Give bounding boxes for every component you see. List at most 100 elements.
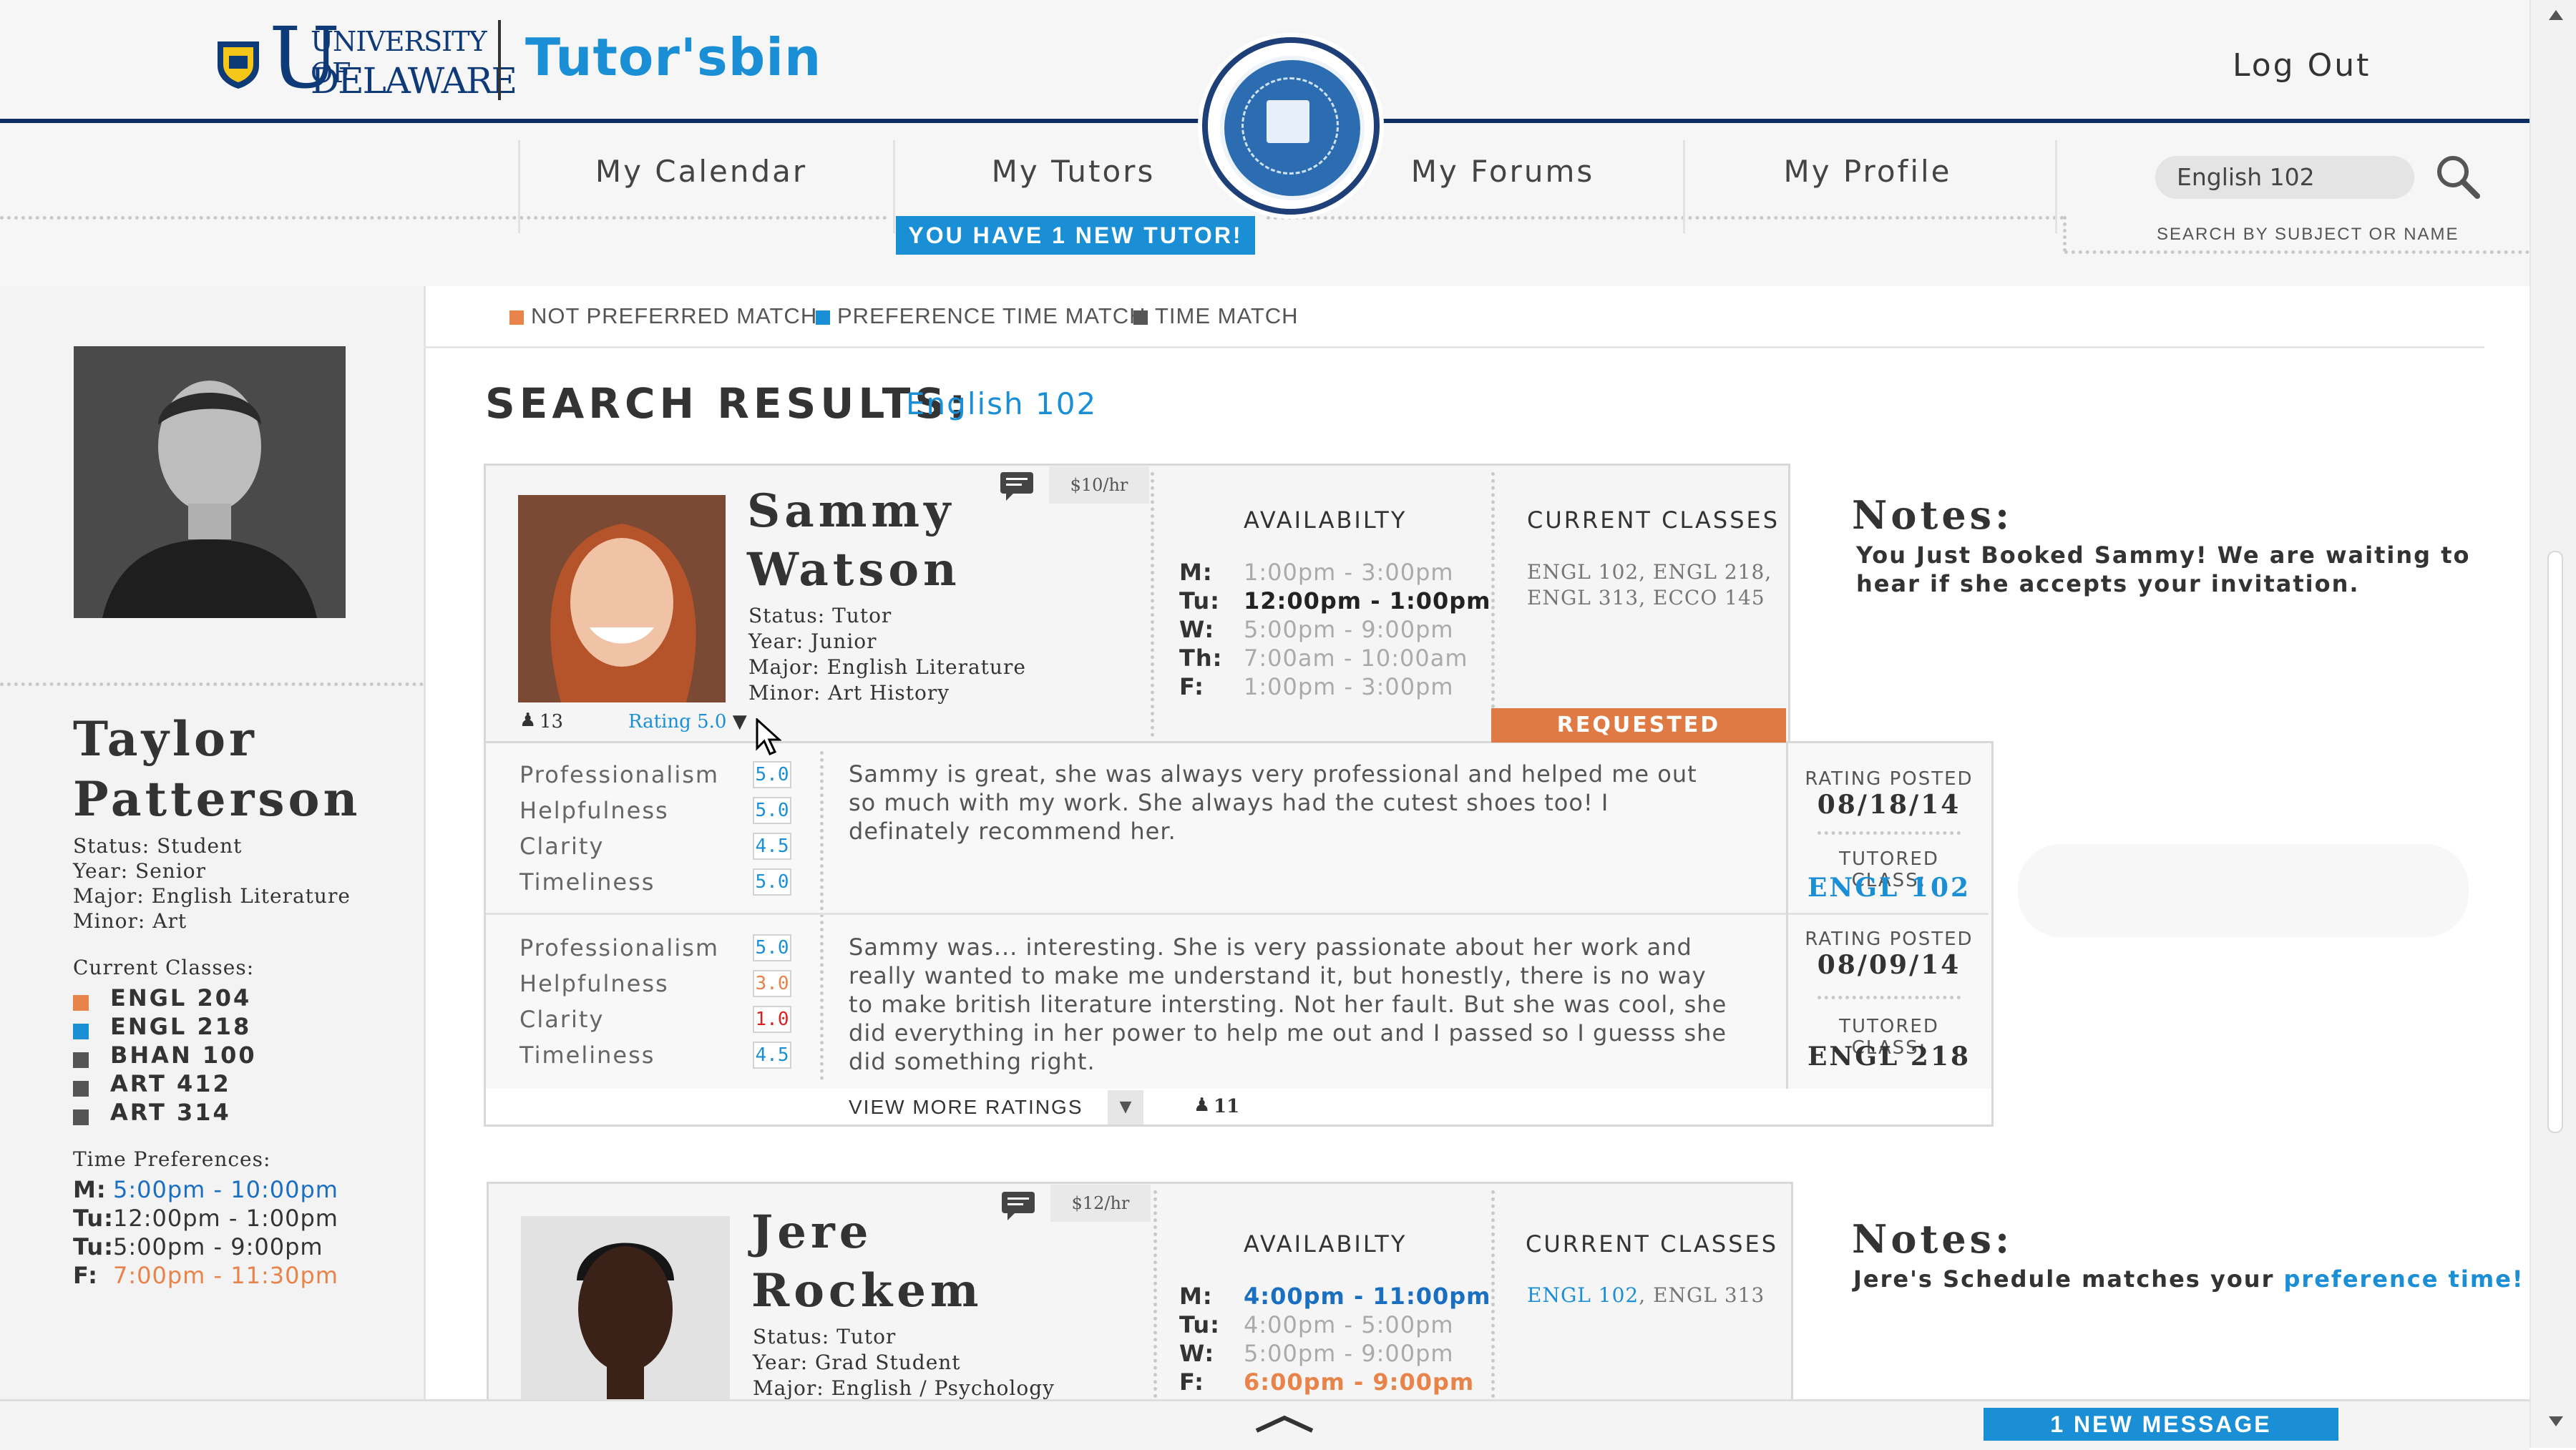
score-value: 5.0 bbox=[753, 868, 791, 896]
tutor-classes-line1: ENGL 102, ENGL 218, bbox=[1527, 560, 1772, 584]
scroll-up-arrow-icon[interactable] bbox=[2549, 10, 2563, 20]
score-row: Clarity bbox=[519, 833, 605, 860]
requested-badge: REQUESTED bbox=[1491, 708, 1786, 743]
preference-time-link[interactable]: preference time! bbox=[2284, 1265, 2524, 1293]
nav-my-tutors[interactable]: My Tutors bbox=[902, 154, 1245, 189]
search-icon[interactable] bbox=[2433, 152, 2483, 202]
nav-separator bbox=[893, 140, 895, 233]
class-color-marker bbox=[73, 994, 89, 1011]
new-tutor-banner[interactable]: YOU HAVE 1 NEW TUTOR! bbox=[896, 216, 1255, 255]
review-divider bbox=[486, 913, 1989, 915]
message-icon[interactable] bbox=[999, 471, 1035, 502]
score-row: Helpfulness bbox=[519, 970, 669, 997]
meta-dotted-divider bbox=[1818, 996, 1961, 999]
tutored-class[interactable]: ENGL 102 bbox=[1803, 873, 1975, 903]
availability-row: F: 1:00pm - 3:00pm bbox=[1179, 673, 1454, 700]
tutor-status: Status: Tutor bbox=[748, 604, 892, 627]
nav-separator bbox=[518, 140, 520, 233]
availability-row: F: 6:00pm - 9:00pm bbox=[1179, 1368, 1475, 1396]
tutor-photo[interactable] bbox=[518, 495, 726, 702]
tutor-last-name[interactable]: Watson bbox=[747, 541, 961, 599]
score-value: 4.5 bbox=[753, 1042, 791, 1069]
availability-header: AVAILABILTY bbox=[1244, 506, 1407, 534]
students-icon: ♟ bbox=[519, 710, 537, 731]
scroll-down-arrow-icon[interactable] bbox=[2549, 1416, 2563, 1426]
score-value: 5.0 bbox=[753, 797, 791, 824]
availability-row: Tu: 4:00pm - 5:00pm bbox=[1179, 1311, 1454, 1338]
app-logo[interactable]: Tutor'sbin bbox=[525, 27, 821, 87]
time-preferences-label: Time Preferences: bbox=[73, 1147, 271, 1171]
tutor-major: Major: English Literature bbox=[748, 655, 1026, 679]
notes-text: Jere's Schedule matches your preference … bbox=[1853, 1265, 2524, 1293]
more-students-count: 11 bbox=[1214, 1096, 1240, 1117]
availability-list: M: 1:00pm - 3:00pm Tu: 12:00pm - 1:00pm W:… bbox=[1179, 558, 1491, 701]
score-row: Professionalism bbox=[519, 761, 720, 788]
availability-row: Th: 7:00am - 10:00am bbox=[1179, 645, 1468, 672]
seal-book-icon bbox=[1267, 100, 1309, 143]
search-results-query: English 102 bbox=[906, 386, 1098, 421]
scrollbar-thumb[interactable] bbox=[2547, 551, 2563, 1133]
class-color-marker bbox=[73, 1109, 89, 1125]
logo-divider bbox=[498, 20, 501, 100]
class-item[interactable]: ART 412 bbox=[73, 1070, 257, 1099]
time-pref-row: Tu:12:00pm - 1:00pm bbox=[73, 1205, 338, 1232]
search-input[interactable] bbox=[2155, 156, 2414, 199]
rating-posted-label: RATING POSTED bbox=[1805, 929, 1974, 950]
tutored-class[interactable]: ENGL 218 bbox=[1803, 1042, 1975, 1072]
tutor-status: Status: Tutor bbox=[753, 1325, 897, 1348]
card-dotted-divider bbox=[1491, 472, 1495, 708]
nav-dotted-divider bbox=[2064, 250, 2529, 254]
tutor-price: $12/hr bbox=[1050, 1185, 1151, 1222]
students-count: 13 bbox=[540, 711, 564, 733]
review-text: Sammy is great, she was always very prof… bbox=[849, 760, 1697, 845]
legend-preference-time: PREFERENCE TIME MATCH bbox=[816, 303, 1146, 329]
class-item[interactable]: ENGL 204 bbox=[73, 984, 257, 1013]
time-pref-row: F: 7:00pm - 11:30pm bbox=[73, 1262, 338, 1289]
view-more-toggle[interactable]: ▼ bbox=[1108, 1090, 1143, 1125]
tutor-first-name[interactable]: Sammy bbox=[747, 482, 955, 541]
tutor-classes-line2: ENGL 313, ECCO 145 bbox=[1527, 586, 1765, 609]
current-classes-list: ENGL 204 ENGL 218 BHAN 100 ART 412 ART 3… bbox=[73, 984, 257, 1127]
user-major: Major: English Literature bbox=[73, 884, 351, 908]
tutor-first-name[interactable]: Jere bbox=[751, 1203, 872, 1262]
nav-my-profile[interactable]: My Profile bbox=[1696, 154, 2039, 189]
legend-time-match: TIME MATCH bbox=[1133, 303, 1299, 329]
tutor-year: Year: Junior bbox=[748, 630, 877, 653]
time-pref-row: Tu:5:00pm - 9:00pm bbox=[73, 1233, 323, 1260]
nav-my-forums[interactable]: My Forums bbox=[1331, 154, 1674, 189]
nav-separator bbox=[1683, 140, 1685, 233]
tutor-minor: Minor: Art History bbox=[748, 681, 950, 705]
nav-my-calendar[interactable]: My Calendar bbox=[530, 154, 873, 189]
class-item[interactable]: BHAN 100 bbox=[73, 1042, 257, 1070]
chevron-down-icon: ▼ bbox=[732, 711, 747, 733]
nav-separator bbox=[2055, 140, 2057, 233]
user-year: Year: Senior bbox=[73, 859, 207, 883]
message-icon[interactable] bbox=[1000, 1190, 1036, 1222]
view-more-ratings-button[interactable]: VIEW MORE RATINGS bbox=[849, 1096, 1083, 1119]
class-item[interactable]: ART 314 bbox=[73, 1099, 257, 1127]
tutor-last-name[interactable]: Rockem bbox=[751, 1262, 983, 1321]
card-dotted-divider bbox=[1491, 1190, 1495, 1405]
class-color-marker bbox=[73, 1023, 89, 1039]
university-shield-icon bbox=[216, 40, 260, 90]
tutor-major: Major: English / Psychology bbox=[753, 1376, 1055, 1400]
scroll-to-top-icon[interactable] bbox=[1254, 1415, 1315, 1434]
user-first-name: Taylor bbox=[73, 711, 258, 767]
search-results-title: SEARCH RESULTS: bbox=[485, 379, 970, 428]
university-logo[interactable]: U UNIVERSITY OF DELAWARE bbox=[269, 16, 517, 104]
score-row: Clarity bbox=[519, 1006, 605, 1033]
chevron-down-icon: ▼ bbox=[1119, 1098, 1132, 1116]
rating-dropdown[interactable]: Rating 5.0 ▼ bbox=[628, 711, 747, 733]
score-row: Helpfulness bbox=[519, 797, 669, 824]
nav-dotted-divider bbox=[1267, 216, 2064, 220]
logout-link[interactable]: Log Out bbox=[2233, 47, 2371, 84]
score-value: 4.5 bbox=[753, 833, 791, 860]
rating-posted-label: RATING POSTED bbox=[1805, 768, 1974, 790]
user-status: Status: Student bbox=[73, 834, 243, 858]
current-classes-label: Current Classes: bbox=[73, 956, 255, 979]
new-message-button[interactable]: 1 NEW MESSAGE bbox=[1984, 1408, 2338, 1441]
tutor-photo[interactable] bbox=[521, 1216, 730, 1402]
class-item[interactable]: ENGL 218 bbox=[73, 1013, 257, 1042]
current-classes-header: CURRENT CLASSES bbox=[1527, 506, 1780, 534]
tutor-classes: ENGL 102, ENGL 218, ENGL 313, ECCO 145 bbox=[1527, 559, 1772, 611]
